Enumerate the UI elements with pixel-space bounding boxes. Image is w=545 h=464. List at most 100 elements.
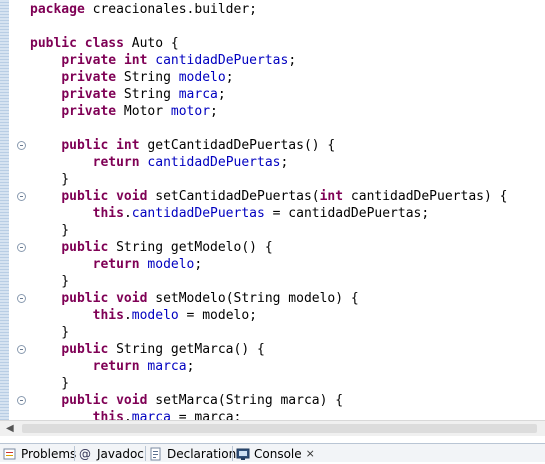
code-token: cantidadDePuertas) { (343, 189, 508, 204)
fold-collapse-icon[interactable] (17, 141, 26, 150)
field-token: cantidadDePuertas (155, 53, 289, 68)
close-icon[interactable]: ⨯ (306, 447, 315, 460)
code-line[interactable]: private Motor motor; (30, 103, 507, 120)
code-line[interactable] (30, 18, 507, 35)
code-token: . (123, 308, 132, 323)
code-line[interactable]: } (30, 375, 507, 392)
code-token: ; (210, 104, 218, 119)
fold-collapse-icon[interactable] (17, 345, 26, 354)
code-line[interactable]: public String getModelo() { (30, 239, 507, 256)
field-token: marca (178, 87, 218, 102)
keyword-token: void (116, 291, 148, 306)
tab-console-label: Console (254, 446, 302, 461)
code-text[interactable]: package creacionales.builder; public clas… (30, 1, 507, 420)
code-token: setModelo(String modelo) { (147, 291, 359, 306)
field-token: cantidadDePuertas (131, 206, 265, 221)
code-token: ; (280, 155, 289, 170)
code-line[interactable]: package creacionales.builder; (30, 1, 507, 18)
tab-javadoc-label: Javadoc (97, 446, 144, 461)
code-line[interactable]: } (30, 222, 507, 239)
code-line[interactable]: } (30, 324, 507, 341)
scroll-left-arrow-icon[interactable]: ◀ (6, 423, 14, 434)
keyword-token: this (92, 308, 124, 323)
code-token: getCantidadDePuertas() { (139, 138, 336, 153)
keyword-token: int (319, 189, 344, 204)
code-token: ; (194, 257, 203, 272)
tab-javadoc[interactable]: @ Javadoc (79, 444, 144, 463)
tab-console[interactable]: Console ⨯ (236, 444, 315, 463)
console-icon (236, 447, 250, 461)
tab-problems[interactable]: Problems (3, 444, 76, 463)
code-token: String (116, 87, 179, 102)
code-line[interactable]: this.modelo = modelo; (30, 307, 507, 324)
keyword-token: package (30, 2, 85, 17)
code-token: ; (186, 359, 195, 374)
field-token: modelo (147, 257, 195, 272)
keyword-token: return (92, 257, 140, 272)
code-token: Auto { (123, 36, 179, 51)
tab-declaration[interactable]: Declaration (149, 444, 236, 463)
fold-collapse-icon[interactable] (17, 396, 26, 405)
code-line[interactable]: private String modelo; (30, 69, 507, 86)
keyword-token: public (61, 138, 109, 153)
scrollbar-thumb[interactable] (22, 424, 537, 433)
code-line[interactable] (30, 120, 507, 137)
code-token: String getModelo() { (108, 240, 273, 255)
problems-icon (3, 447, 17, 461)
field-token: cantidadDePuertas (147, 155, 281, 170)
keyword-token: return (92, 359, 140, 374)
code-token: = marca; (170, 410, 242, 420)
code-token: } (30, 376, 70, 391)
keyword-token: public (61, 393, 109, 408)
tab-separator (74, 446, 75, 461)
code-token: String getMarca() { (108, 342, 265, 357)
code-line[interactable]: public void setModelo(String modelo) { (30, 290, 507, 307)
keyword-token: class (84, 36, 124, 51)
keyword-token: int (123, 53, 148, 68)
keyword-token: int (116, 138, 140, 153)
horizontal-scrollbar[interactable]: ◀ (0, 420, 545, 436)
fold-collapse-icon[interactable] (17, 294, 26, 303)
code-editor[interactable]: package creacionales.builder; public clas… (0, 0, 545, 420)
code-line[interactable]: return cantidadDePuertas; (30, 154, 507, 171)
keyword-token: return (92, 155, 140, 170)
code-line[interactable]: return marca; (30, 358, 507, 375)
code-line[interactable]: private int cantidadDePuertas; (30, 52, 507, 69)
code-line[interactable]: public String getMarca() { (30, 341, 507, 358)
code-token: setCantidadDePuertas( (147, 189, 320, 204)
code-line[interactable]: this.cantidadDePuertas = cantidadDePuert… (30, 205, 507, 222)
code-line[interactable]: } (30, 171, 507, 188)
fold-collapse-icon[interactable] (17, 243, 26, 252)
code-token: = cantidadDePuertas; (264, 206, 430, 221)
fold-collapse-icon[interactable] (17, 192, 26, 201)
code-token: String (116, 70, 179, 85)
tab-separator (232, 446, 233, 461)
code-line[interactable]: public int getCantidadDePuertas() { (30, 137, 507, 154)
code-token: setMarca(String marca) { (147, 393, 344, 408)
overview-ruler (0, 0, 14, 420)
keyword-token: private (61, 53, 117, 68)
code-line[interactable]: } (30, 273, 507, 290)
code-line[interactable]: public class Auto { (30, 35, 507, 52)
code-line[interactable]: private String marca; (30, 86, 507, 103)
code-line[interactable]: return modelo; (30, 256, 507, 273)
code-line[interactable]: public void setMarca(String marca) { (30, 392, 507, 409)
code-line[interactable]: public void setCantidadDePuertas(int can… (30, 188, 507, 205)
code-line[interactable]: this.marca = marca; (30, 409, 507, 420)
field-token: marca (147, 359, 187, 374)
